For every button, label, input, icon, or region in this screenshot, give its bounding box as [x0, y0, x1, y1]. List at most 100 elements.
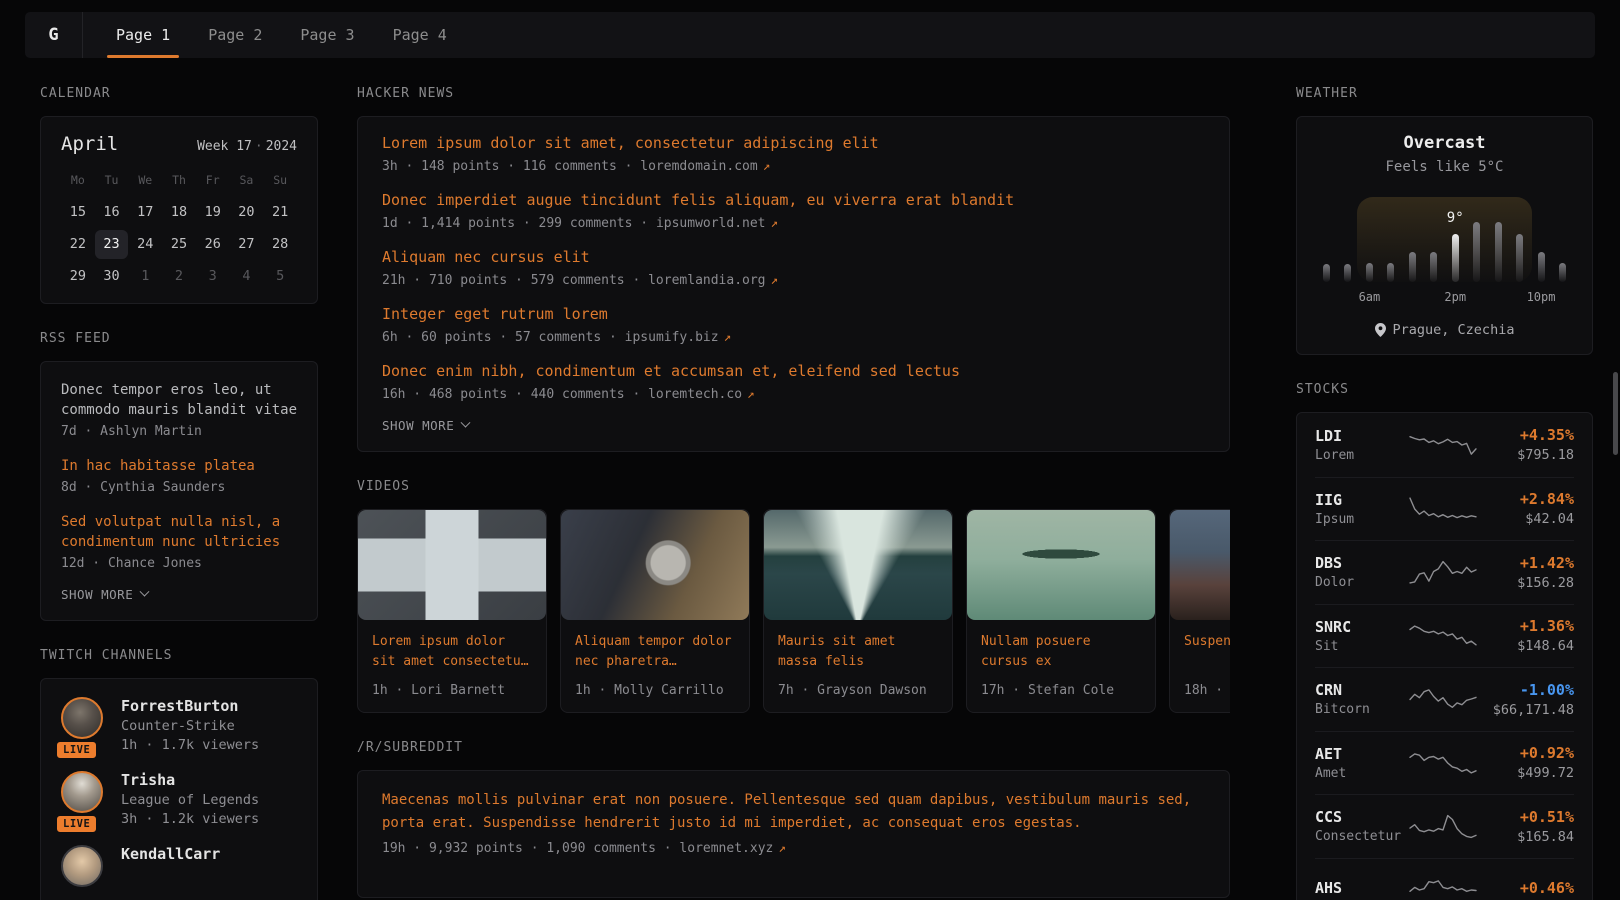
- hn-item-title[interactable]: Donec enim nibh, condimentum et accumsan…: [382, 361, 1205, 382]
- weather-current-temp: 9°: [1447, 210, 1464, 226]
- video-thumbnail[interactable]: [967, 510, 1155, 620]
- hn-show-more-button[interactable]: SHOW MORE: [382, 418, 1205, 433]
- external-link-icon: ↗: [778, 840, 786, 855]
- app-logo[interactable]: G: [25, 12, 83, 58]
- channel-name[interactable]: Trisha: [121, 771, 259, 789]
- page-tab[interactable]: Page 4: [390, 12, 450, 58]
- video-meta: 7h · Grayson Dawson: [778, 683, 938, 698]
- channel-avatar[interactable]: [61, 697, 103, 739]
- rss-widget: RSS FEED Donec tempor eros leo, ut commo…: [40, 331, 318, 621]
- weather-bar: [1366, 263, 1373, 282]
- page-tab[interactable]: Page 1: [113, 12, 173, 58]
- calendar-day: 22: [61, 230, 95, 259]
- stock-sparkline: [1407, 875, 1478, 900]
- calendar-day: 1: [128, 262, 162, 291]
- rss-show-more-button[interactable]: SHOW MORE: [61, 587, 297, 602]
- channel-name[interactable]: KendallCarr: [121, 845, 220, 863]
- hn-domain-link[interactable]: loremtech.co: [648, 387, 742, 402]
- stock-row[interactable]: LDI Lorem +4.35% $795.18: [1315, 413, 1574, 477]
- video-thumbnail[interactable]: [358, 510, 546, 620]
- external-link-icon: ↗: [724, 329, 732, 344]
- calendar-day: 28: [263, 230, 297, 259]
- center-column: HACKER NEWS Lorem ipsum dolor sit amet, …: [357, 86, 1230, 898]
- stock-row[interactable]: IIG Ipsum +2.84% $42.04: [1315, 477, 1574, 541]
- hn-item-title[interactable]: Lorem ipsum dolor sit amet, consectetur …: [382, 133, 1205, 154]
- weather-location: Prague, Czechia: [1393, 322, 1515, 338]
- stock-ticker: DBS: [1315, 554, 1407, 572]
- weather-bar: [1538, 252, 1545, 282]
- video-title[interactable]: Lorem ipsum dolor sit amet consectetu…: [372, 632, 532, 672]
- stock-values: +1.42% $156.28: [1478, 554, 1574, 591]
- stock-sparkline: [1407, 494, 1478, 524]
- hn-meta-text: 6h · 60 points · 57 comments ·: [382, 330, 625, 345]
- hn-item-title[interactable]: Integer eget rutrum lorem: [382, 304, 1205, 325]
- hn-domain-link[interactable]: loremdomain.com: [640, 159, 757, 174]
- rss-item-title[interactable]: Sed volutpat nulla nisl, a condimentum n…: [61, 512, 297, 552]
- stock-row[interactable]: AET Amet +0.92% $499.72: [1315, 731, 1574, 795]
- show-more-label: SHOW MORE: [61, 587, 133, 602]
- hn-meta-text: 16h · 468 points · 440 comments ·: [382, 387, 648, 402]
- weather-condition: Overcast: [1315, 133, 1574, 153]
- stock-sparkline: [1407, 748, 1478, 778]
- video-thumbnail[interactable]: [1170, 510, 1230, 620]
- stock-row[interactable]: SNRC Sit +1.36% $148.64: [1315, 604, 1574, 668]
- calendar-day: 15: [61, 198, 95, 227]
- video-meta: 1h · Lori Barnett: [372, 683, 532, 698]
- rss-item-meta: 12d · Chance Jones: [61, 556, 297, 571]
- weather-hour-labels: 6am2pm10pm: [1323, 290, 1566, 306]
- stock-ticker: CCS: [1315, 808, 1407, 826]
- hn-item-title[interactable]: Aliquam nec cursus elit: [382, 247, 1205, 268]
- channel-avatar[interactable]: [61, 771, 103, 813]
- rss-item-meta: 8d · Cynthia Saunders: [61, 480, 297, 495]
- weather-bar: [1473, 222, 1480, 282]
- video-title[interactable]: Aliquam tempor dolor nec pharetra…: [575, 632, 735, 672]
- calendar-widget: CALENDAR April Week 17·2024 Mo Tu: [40, 86, 318, 304]
- hn-domain-link[interactable]: ipsumworld.net: [656, 216, 766, 231]
- stock-row[interactable]: DBS Dolor +1.42% $156.28: [1315, 540, 1574, 604]
- stock-price: $165.84: [1478, 829, 1574, 845]
- video-title[interactable]: Suspendisse diam: [1184, 632, 1230, 672]
- video-card: Suspendisse diam 18h · Tara: [1169, 509, 1230, 713]
- hn-domain-link[interactable]: loremlandia.org: [648, 273, 765, 288]
- stock-row[interactable]: AHS +0.46%: [1315, 858, 1574, 900]
- video-title[interactable]: Mauris sit amet massa felis: [778, 632, 938, 672]
- stock-id: CRN Bitcorn: [1315, 681, 1407, 717]
- post-domain-link[interactable]: loremnet.xyz: [679, 841, 773, 856]
- hn-domain-link[interactable]: ipsumify.biz: [625, 330, 719, 345]
- hn-meta-text: 3h · 148 points · 116 comments ·: [382, 159, 640, 174]
- rss-item-title[interactable]: In hac habitasse platea: [61, 456, 297, 476]
- weather-bar: [1409, 252, 1416, 282]
- stock-row[interactable]: CRN Bitcorn -1.00% $66,171.48: [1315, 667, 1574, 731]
- stock-row[interactable]: CCS Consectetur +0.51% $165.84: [1315, 794, 1574, 858]
- stock-sparkline: [1407, 621, 1478, 651]
- stock-values: -1.00% $66,171.48: [1478, 681, 1574, 718]
- stock-change: +1.42%: [1478, 554, 1574, 572]
- scrollbar-thumb[interactable]: [1613, 372, 1618, 455]
- video-thumbnail[interactable]: [764, 510, 952, 620]
- hn-item-meta: 1d · 1,414 points · 299 comments · ipsum…: [382, 215, 1205, 231]
- rss-item-title[interactable]: Donec tempor eros leo, ut commodo mauris…: [61, 380, 297, 420]
- calendar-month: April: [61, 133, 118, 155]
- avatar-wrap: [61, 845, 105, 887]
- hn-item-title[interactable]: Donec imperdiet augue tincidunt felis al…: [382, 190, 1205, 211]
- weather-bar-column: [1495, 197, 1502, 282]
- channel-name[interactable]: ForrestBurton: [121, 697, 259, 715]
- stock-name: Lorem: [1315, 448, 1407, 463]
- video-thumbnail[interactable]: [561, 510, 749, 620]
- video-card: Mauris sit amet massa felis 7h · Grayson…: [763, 509, 953, 713]
- calendar-year: 2024: [266, 139, 297, 154]
- stock-id: CCS Consectetur: [1315, 808, 1407, 844]
- page-tab[interactable]: Page 2: [205, 12, 265, 58]
- video-title[interactable]: Nullam posuere cursus ex: [981, 632, 1141, 672]
- video-meta: 17h · Stefan Cole: [981, 683, 1141, 698]
- reddit-post: Maecenas mollis pulvinar erat non posuer…: [382, 789, 1205, 856]
- post-title[interactable]: Maecenas mollis pulvinar erat non posuer…: [382, 789, 1205, 835]
- weather-bar-column: [1409, 197, 1416, 282]
- stock-price: $156.28: [1478, 575, 1574, 591]
- calendar-day: 2: [162, 262, 196, 291]
- channel-avatar[interactable]: [61, 845, 103, 887]
- video-card: Aliquam tempor dolor nec pharetra… 1h · …: [560, 509, 750, 713]
- stock-change: +0.51%: [1478, 808, 1574, 826]
- page-tab[interactable]: Page 3: [297, 12, 357, 58]
- chevron-down-icon: [140, 587, 150, 597]
